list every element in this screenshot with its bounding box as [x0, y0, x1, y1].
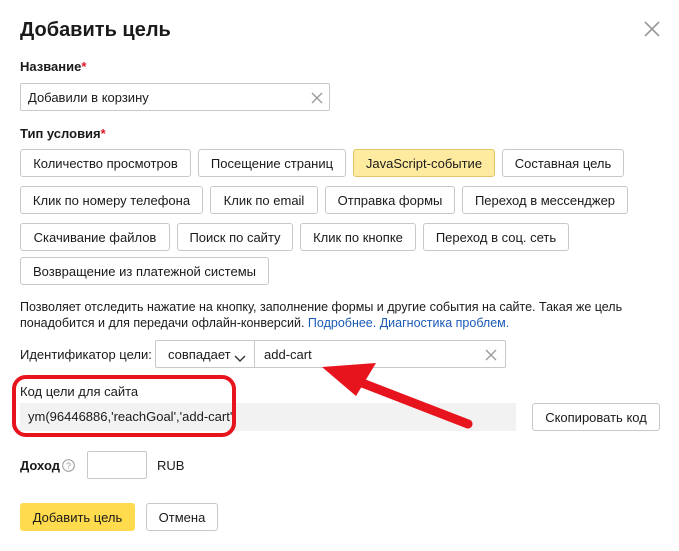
required-mark: * [100, 126, 106, 141]
clear-icon[interactable] [485, 349, 497, 361]
condition-chip-pageviews[interactable]: Количество просмотров [20, 149, 191, 177]
condition-chip-social-network[interactable]: Переход в соц. сеть [423, 223, 569, 251]
condition-type-label: Тип условия* [20, 126, 106, 141]
name-label-text: Название [20, 59, 82, 74]
match-type-value[interactable]: совпадает [168, 347, 231, 362]
currency-label: RUB [157, 458, 185, 473]
cancel-button[interactable]: Отмена [146, 503, 218, 531]
condition-chip-button-click[interactable]: Клик по кнопке [300, 223, 416, 251]
clear-icon[interactable] [311, 92, 323, 104]
condition-chip-javascript-event[interactable]: JavaScript-событие [353, 149, 495, 177]
condition-chip-form-submit[interactable]: Отправка формы [325, 186, 455, 214]
annotation-highlight-frame [12, 375, 236, 437]
condition-chip-payment-return[interactable]: Возвращение из платежной системы [20, 257, 269, 285]
condition-type-label-text: Тип условия [20, 126, 101, 141]
condition-chip-file-download[interactable]: Скачивание файлов [20, 223, 170, 251]
income-input[interactable] [87, 451, 147, 479]
name-label: Название* [20, 59, 86, 74]
match-type-select[interactable]: совпадает [155, 340, 255, 368]
goal-name-value[interactable]: Добавили в корзину [28, 90, 149, 105]
svg-text:?: ? [66, 461, 71, 471]
dialog-title: Добавить цель [20, 19, 171, 41]
income-label: Доход [20, 458, 60, 473]
required-mark: * [81, 59, 87, 74]
info-icon[interactable]: ? [62, 459, 75, 472]
condition-chip-messenger[interactable]: Переход в мессенджер [462, 186, 628, 214]
diagnostics-link[interactable]: Диагностика проблем. [380, 316, 510, 330]
condition-description: Позволяет отследить нажатие на кнопку, з… [20, 299, 670, 331]
goal-name-input[interactable]: Добавили в корзину [20, 83, 330, 111]
add-goal-button[interactable]: Добавить цель [20, 503, 135, 531]
condition-chip-email-click[interactable]: Клик по email [210, 186, 318, 214]
copy-code-button[interactable]: Скопировать код [532, 403, 660, 431]
more-link[interactable]: Подробнее. [308, 316, 376, 330]
goal-id-label: Идентификатор цели: [20, 347, 152, 362]
condition-chip-page-visit[interactable]: Посещение страниц [198, 149, 346, 177]
condition-chip-site-search[interactable]: Поиск по сайту [177, 223, 293, 251]
goal-id-input[interactable]: add-cart [254, 340, 506, 368]
condition-chip-composite[interactable]: Составная цель [502, 149, 624, 177]
goal-id-value[interactable]: add-cart [264, 347, 312, 362]
chevron-down-icon[interactable] [234, 351, 246, 362]
close-icon[interactable] [640, 17, 664, 41]
condition-chip-phone-click[interactable]: Клик по номеру телефона [20, 186, 203, 214]
